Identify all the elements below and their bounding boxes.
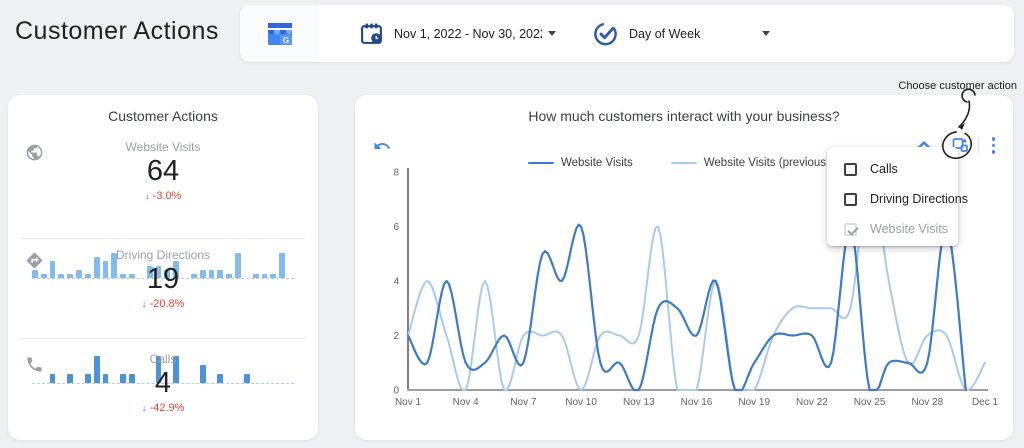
- page-title: Customer Actions: [15, 17, 219, 45]
- x-tick-label: Nov 19: [738, 397, 770, 408]
- header-control-bar: G Nov 1, 2022 - Nov 30, 2022 Day of Week: [240, 5, 1014, 62]
- dropdown-option-website-visits: Website Visits: [844, 218, 958, 240]
- breakdown-value: Day of Week: [629, 26, 701, 41]
- metric-label: Website Visits: [125, 140, 201, 154]
- y-tick-label: 4: [393, 277, 399, 288]
- x-tick-label: Nov 13: [623, 397, 655, 408]
- dropdown-option-calls[interactable]: Calls: [844, 158, 958, 180]
- calendar-icon: [361, 23, 382, 44]
- chevron-down-icon: [762, 31, 771, 36]
- arrow-down-icon: ↓: [144, 191, 150, 202]
- scorecard-panel-title: Customer Actions: [108, 108, 218, 124]
- chevron-down-icon: [548, 31, 556, 36]
- x-tick-label: Nov 4: [453, 397, 480, 408]
- annotation-label: Choose customer action: [898, 80, 1017, 92]
- y-tick-label: 0: [393, 386, 399, 397]
- metric-driving-directions: Driving Directions 19 ↓ -20.8%: [8, 248, 318, 384]
- data-source-segment: G: [240, 5, 319, 62]
- metric-value: 64: [146, 155, 180, 187]
- metric-website-visits: Website Visits 64 ↓ -3.0%: [8, 140, 318, 279]
- metric-picker-dropdown: Calls Driving Directions Website Visits: [827, 147, 968, 246]
- x-tick-label: Nov 7: [510, 397, 537, 408]
- phone-icon: [27, 357, 42, 372]
- metric-change: ↓ -3.0%: [144, 190, 182, 202]
- dropdown-option-label: Driving Directions: [870, 192, 968, 206]
- metric-value: 19: [146, 263, 180, 295]
- metric-value: 4: [154, 367, 172, 399]
- x-tick-label: Nov 10: [565, 397, 597, 408]
- x-tick-label: Dec 1: [972, 397, 999, 408]
- dropdown-option-label: Calls: [870, 162, 898, 176]
- divider: [20, 338, 306, 339]
- x-tick-label: Nov 28: [911, 397, 943, 408]
- svg-text:G: G: [282, 36, 288, 45]
- dashboard: Customer Actions G Nov 1, 2022 - Nov 30,…: [0, 0, 1024, 448]
- checkbox[interactable]: [844, 192, 857, 206]
- y-tick-label: 2: [393, 331, 399, 342]
- y-tick-label: 8: [393, 168, 399, 179]
- breakdown-control[interactable]: Day of Week: [592, 20, 771, 47]
- y-tick-label: 6: [393, 222, 399, 233]
- checkbox[interactable]: [844, 162, 857, 176]
- metric-change: ↓ -20.8%: [141, 298, 185, 310]
- directions-icon: [26, 252, 43, 269]
- metric-change: ↓ -42.9%: [141, 402, 185, 414]
- checkbox: [844, 222, 857, 236]
- date-range-control[interactable]: Nov 1, 2022 - Nov 30, 2022: [359, 21, 556, 46]
- metric-label: Calls: [149, 352, 177, 366]
- x-tick-label: Nov 22: [796, 397, 828, 408]
- google-my-business-icon: G: [267, 22, 292, 45]
- arrow-down-icon: ↓: [141, 299, 147, 310]
- date-range-value: Nov 1, 2022 - Nov 30, 2022: [394, 26, 542, 41]
- globe-icon: [26, 144, 43, 161]
- metric-calls: Calls 4 ↓ -42.9%: [8, 352, 318, 442]
- check-circle-icon: [594, 22, 617, 46]
- arrow-down-icon: ↓: [141, 403, 147, 414]
- divider: [20, 238, 306, 239]
- dropdown-option-label: Website Visits: [870, 222, 949, 236]
- x-tick-label: Nov 1: [395, 397, 422, 408]
- x-tick-label: Nov 16: [681, 397, 713, 408]
- x-tick-label: Nov 25: [854, 397, 886, 408]
- scorecard-panel: Customer Actions Website Visits 64 ↓ -3.…: [8, 95, 318, 440]
- dropdown-option-driving-directions[interactable]: Driving Directions: [844, 188, 968, 210]
- metric-label: Driving Directions: [115, 248, 211, 262]
